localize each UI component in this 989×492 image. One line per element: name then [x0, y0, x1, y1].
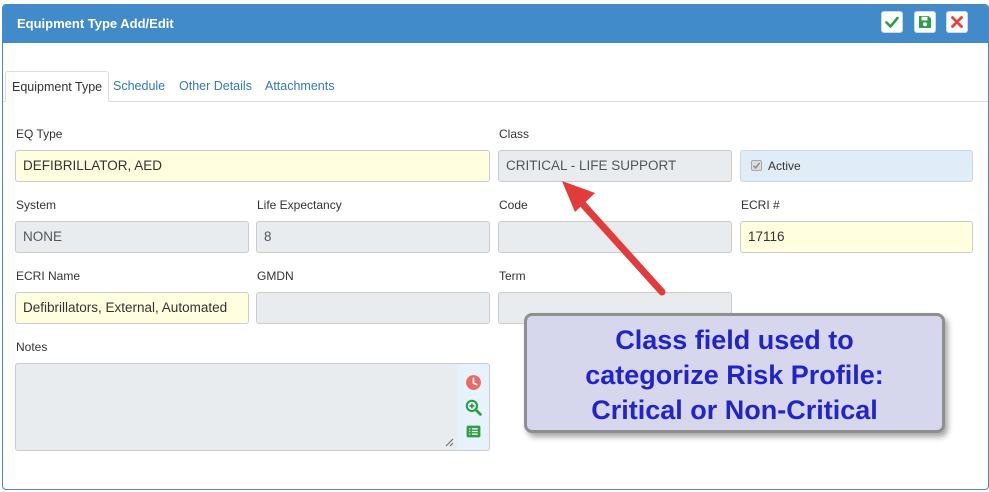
system-label: System: [16, 198, 57, 212]
notes-label: Notes: [16, 340, 48, 354]
active-checkbox[interactable]: [751, 160, 762, 171]
close-button[interactable]: [946, 11, 968, 33]
tab-other-details[interactable]: Other Details: [173, 71, 258, 101]
system-field[interactable]: NONE: [15, 221, 249, 253]
tab-equipment-type[interactable]: Equipment Type: [5, 71, 110, 102]
floppy-disk-icon: [919, 16, 931, 28]
dialog-title: Equipment Type Add/Edit: [17, 16, 174, 31]
screenshot: Equipment Type Add/Edit Equipment Type S…: [0, 0, 989, 492]
code-label: Code: [499, 198, 528, 212]
tab-bar: Equipment Type Schedule Other Details At…: [3, 71, 988, 102]
annotation-callout: Class field used to categorize Risk Prof…: [524, 313, 945, 433]
life-expectancy-field[interactable]: 8: [256, 221, 490, 253]
save-button[interactable]: [914, 11, 936, 33]
clock-icon[interactable]: [465, 374, 482, 391]
gmdn-field[interactable]: [256, 292, 490, 324]
close-icon: [951, 16, 963, 28]
ecri-name-field[interactable]: Defibrillators, External, Automated: [15, 292, 249, 324]
zoom-in-icon[interactable]: [465, 399, 482, 416]
ecri-number-field[interactable]: 17116: [740, 221, 973, 253]
list-icon[interactable]: [465, 423, 482, 440]
term-label: Term: [499, 269, 526, 283]
gmdn-label: GMDN: [257, 269, 294, 283]
notes-toolbar: [457, 363, 490, 451]
tab-schedule[interactable]: Schedule: [107, 71, 171, 101]
eq-type-label: EQ Type: [16, 127, 63, 141]
code-field[interactable]: [498, 221, 732, 253]
ecri-number-label: ECRI #: [741, 198, 780, 212]
callout-line: categorize Risk Profile:: [585, 360, 884, 390]
active-label: Active: [768, 159, 801, 173]
confirm-button[interactable]: [881, 11, 903, 33]
callout-line: Class field used to: [615, 325, 854, 355]
callout-line: Critical or Non-Critical: [591, 395, 878, 425]
ecri-name-label: ECRI Name: [16, 269, 81, 283]
tab-attachments[interactable]: Attachments: [259, 71, 340, 101]
life-expectancy-label: Life Expectancy: [257, 198, 342, 212]
dialog-header: Equipment Type Add/Edit: [3, 5, 988, 43]
checkmark-icon: [752, 162, 761, 170]
class-field[interactable]: CRITICAL - LIFE SUPPORT: [498, 150, 732, 182]
active-checkbox-group: Active: [740, 150, 973, 182]
notes-textarea[interactable]: [15, 363, 458, 451]
class-label: Class: [499, 127, 530, 141]
check-icon: [885, 16, 899, 28]
resize-handle-icon[interactable]: [444, 437, 454, 447]
eq-type-field[interactable]: DEFIBRILLATOR, AED: [15, 150, 490, 182]
